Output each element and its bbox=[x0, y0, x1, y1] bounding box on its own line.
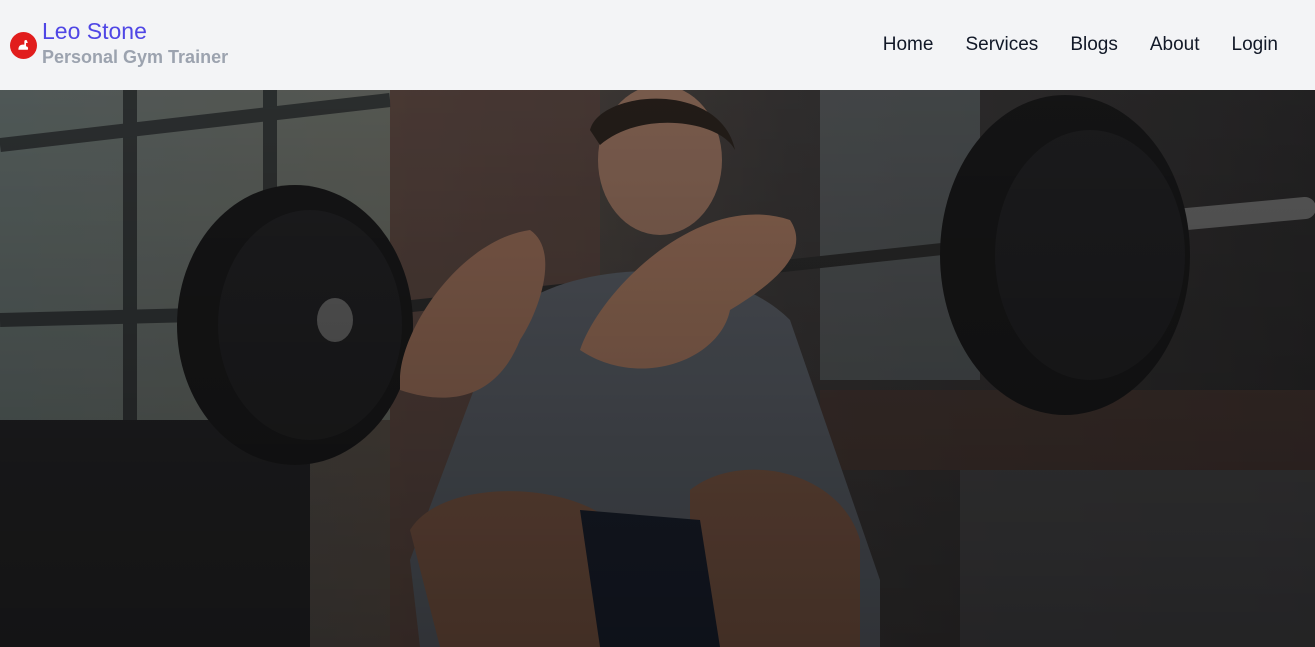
hero-banner bbox=[0, 90, 1315, 647]
navbar: Leo Stone Personal Gym Trainer Home Serv… bbox=[0, 0, 1315, 90]
nav-home-link[interactable]: Home bbox=[883, 34, 934, 56]
brand-tagline: Personal Gym Trainer bbox=[42, 47, 229, 67]
nav-services-link[interactable]: Services bbox=[965, 34, 1038, 56]
main-nav: Home Services Blogs About Login bbox=[883, 34, 1278, 56]
flexed-arm-icon bbox=[10, 31, 37, 59]
brand-name: Leo Stone bbox=[42, 18, 147, 44]
nav-about-link[interactable]: About bbox=[1150, 34, 1200, 56]
brand[interactable]: Leo Stone Personal Gym Trainer bbox=[10, 17, 228, 69]
hero-image bbox=[0, 90, 1315, 647]
nav-login-link[interactable]: Login bbox=[1232, 34, 1279, 56]
nav-blogs-link[interactable]: Blogs bbox=[1070, 34, 1118, 56]
